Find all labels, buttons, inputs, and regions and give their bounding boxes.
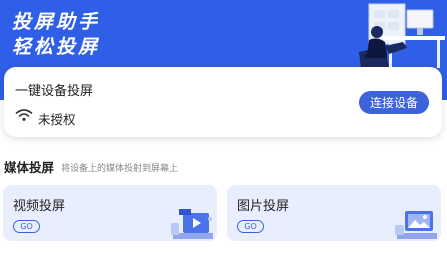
hero-title-line-2: 轻松投屏 xyxy=(12,36,101,58)
image-cast-label: 图片投屏 xyxy=(237,199,290,214)
video-cast-icon xyxy=(171,209,213,239)
wifi-icon xyxy=(15,109,33,121)
media-section-subtitle: 将设备上的媒体投射到屏幕上 xyxy=(61,164,179,174)
person-at-desk-illustration xyxy=(359,3,445,68)
video-cast-card[interactable]: 视频投屏 GO xyxy=(3,185,217,241)
connect-device-card: 一键设备投屏 未授权 连接设备 xyxy=(4,67,442,137)
image-cast-icon xyxy=(395,211,437,239)
media-section-title: 媒体投屏 xyxy=(4,160,55,175)
image-go-badge: GO xyxy=(237,220,264,233)
one-click-cast-title: 一键设备投屏 xyxy=(15,84,94,99)
connect-device-button[interactable]: 连接设备 xyxy=(359,91,429,114)
bottom-edge xyxy=(0,248,447,254)
video-go-badge: GO xyxy=(13,220,40,233)
authorization-status: 未授权 xyxy=(38,112,76,127)
video-cast-label: 视频投屏 xyxy=(13,199,66,214)
image-cast-card[interactable]: 图片投屏 GO xyxy=(227,185,441,241)
hero-title-line-1: 投屏助手 xyxy=(12,11,101,33)
